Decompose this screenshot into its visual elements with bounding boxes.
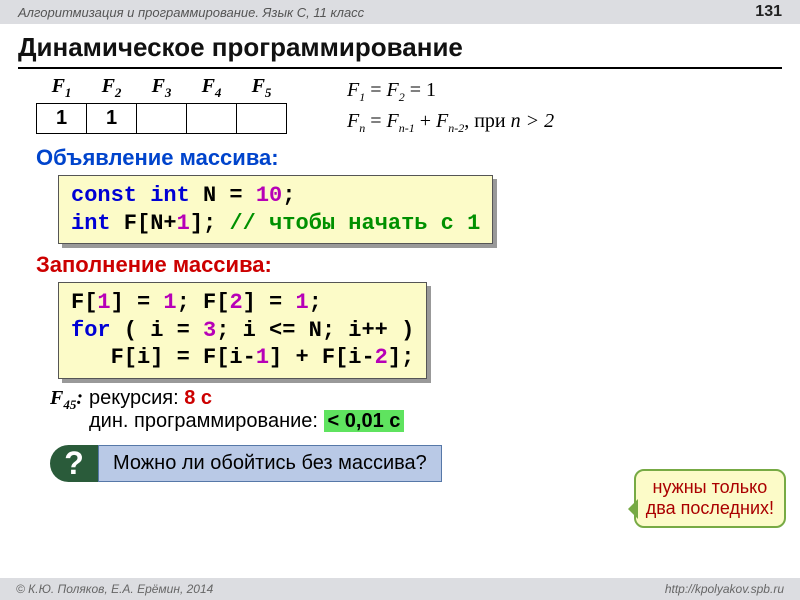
table-cell: 1 <box>87 104 137 134</box>
footer-url: http://kpolyakov.spb.ru <box>665 582 784 596</box>
copyright: © К.Ю. Поляков, Е.А. Ерёмин, 2014 <box>16 582 213 596</box>
fib-table: F1 F2 F3 F4 F5 1 1 <box>36 75 287 134</box>
formulas: F1 = F2 = 1 Fn = Fn-1 + Fn-2, при n > 2 <box>347 75 554 137</box>
top-row: F1 F2 F3 F4 F5 1 1 F1 = F2 = 1 Fn = Fn-1… <box>36 75 800 137</box>
slide-title: Динамическое программирование <box>18 32 782 69</box>
table-cell <box>137 104 187 134</box>
table-cell <box>237 104 287 134</box>
question-text: Можно ли обойтись без массива? <box>98 445 442 482</box>
section-declaration: Объявление массива: <box>36 145 800 171</box>
course-title: Алгоритмизация и программирование. Язык … <box>18 5 364 20</box>
section-fill: Заполнение массива: <box>36 252 800 278</box>
header-bar: Алгоритмизация и программирование. Язык … <box>0 0 800 24</box>
callout-bubble: нужны только два последних! <box>634 469 786 528</box>
table-cell: 1 <box>37 104 87 134</box>
code-declaration: const int N = 10; int F[N+1]; // чтобы н… <box>58 175 493 244</box>
footer-bar: © К.Ю. Поляков, Е.А. Ерёмин, 2014 http:/… <box>0 578 800 600</box>
code-fill: F[1] = 1; F[2] = 1; for ( i = 3; i <= N;… <box>58 282 427 379</box>
timing-block: F45: рекурсия: 8 с дин. программирование… <box>50 387 800 433</box>
page-number: 131 <box>755 3 782 21</box>
question-mark-icon: ? <box>50 445 98 482</box>
table-cell <box>187 104 237 134</box>
